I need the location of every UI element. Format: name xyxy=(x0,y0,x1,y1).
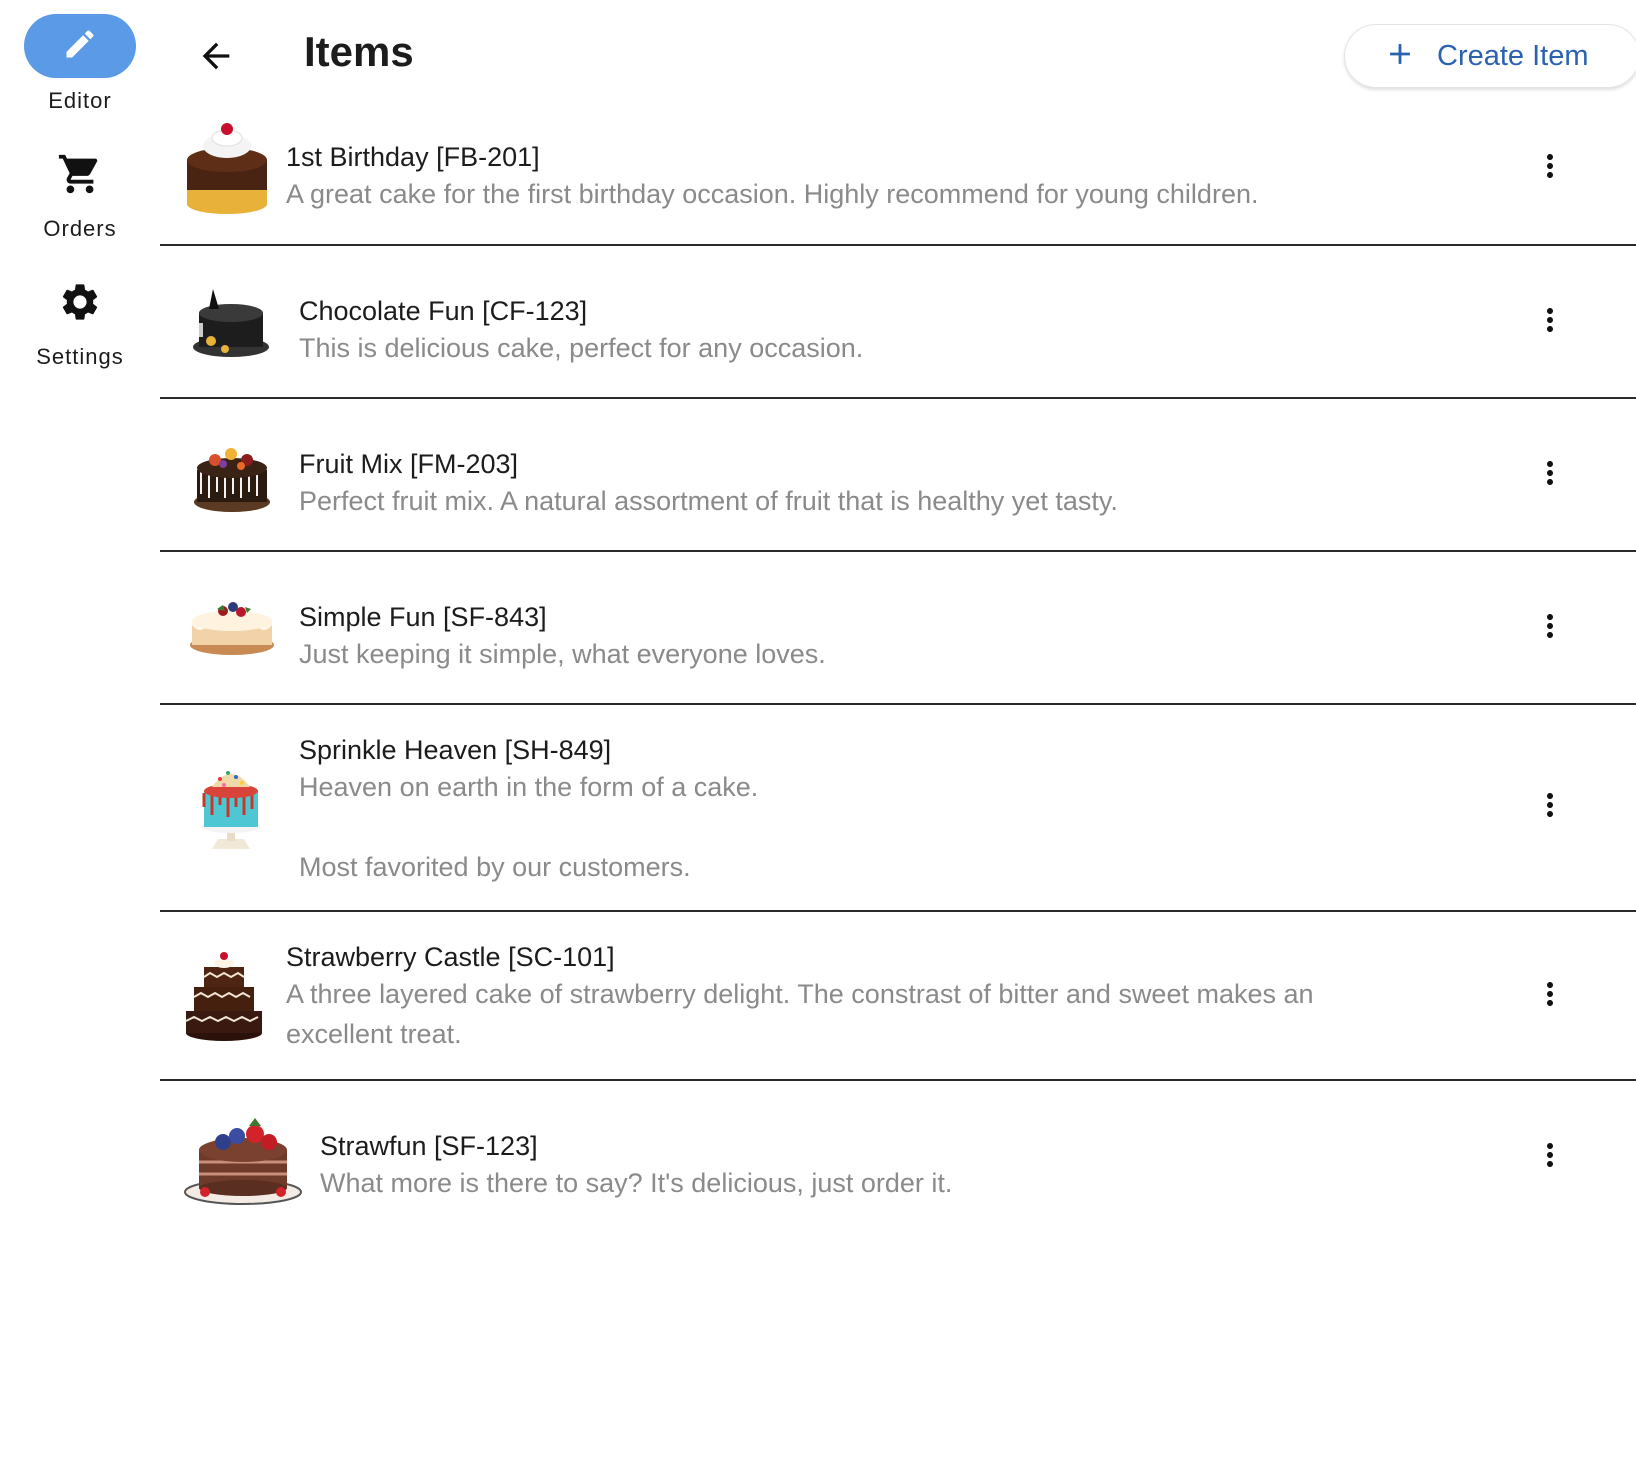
list-item[interactable]: Strawfun [SF-123] What more is there to … xyxy=(160,1081,1636,1241)
cart-icon xyxy=(57,151,103,202)
item-thumbnail xyxy=(188,592,276,662)
arrow-left-icon xyxy=(196,36,236,81)
nav-item-label: Editor xyxy=(48,88,112,113)
nav-item-settings[interactable]: Settings xyxy=(0,274,160,370)
more-vert-icon xyxy=(1532,787,1568,828)
pencil-icon xyxy=(62,26,98,67)
item-description: What more is there to say? It's deliciou… xyxy=(320,1168,953,1198)
item-title: Chocolate Fun [CF-123] xyxy=(299,296,588,326)
list-item[interactable]: Chocolate Fun [CF-123] This is delicious… xyxy=(160,246,1636,399)
nav-item-orders[interactable]: Orders xyxy=(0,146,160,242)
list-item[interactable]: Fruit Mix [FM-203] Perfect fruit mix. A … xyxy=(160,399,1636,552)
list-item[interactable]: 1st Birthday [FB-201] A great cake for t… xyxy=(160,112,1636,246)
item-menu-button[interactable] xyxy=(1526,144,1574,192)
more-vert-icon xyxy=(1532,455,1568,496)
item-menu-button[interactable] xyxy=(1526,972,1574,1020)
item-description: This is delicious cake, perfect for any … xyxy=(299,333,864,363)
item-menu-button[interactable] xyxy=(1526,298,1574,346)
item-thumbnail xyxy=(190,435,274,519)
item-title: Fruit Mix [FM-203] xyxy=(299,449,519,479)
item-thumbnail xyxy=(196,763,266,855)
item-thumbnail xyxy=(182,948,266,1044)
item-description: Perfect fruit mix. A natural assortment … xyxy=(299,486,1118,516)
gear-icon xyxy=(58,280,102,329)
nav-item-label: Settings xyxy=(36,344,124,369)
item-list: 1st Birthday [FB-201] A great cake for t… xyxy=(160,112,1636,1241)
top-app-bar: Items Create Item xyxy=(160,0,1636,112)
nav-item-editor[interactable]: Editor xyxy=(0,14,160,114)
item-title: Sprinkle Heaven [SH-849] xyxy=(299,735,612,765)
item-menu-button[interactable] xyxy=(1526,783,1574,831)
create-item-button[interactable]: Create Item xyxy=(1344,24,1636,88)
page-title: Items xyxy=(304,28,414,75)
list-item[interactable]: Sprinkle Heaven [SH-849] Heaven on earth… xyxy=(160,705,1636,912)
item-menu-button[interactable] xyxy=(1526,451,1574,499)
more-vert-icon xyxy=(1532,1137,1568,1178)
item-description: A great cake for the first birthday occa… xyxy=(286,179,1259,209)
navigation-rail: Editor Orders Settings xyxy=(0,0,160,1472)
item-description: Heaven on earth in the form of a cake. M… xyxy=(299,772,759,882)
nav-item-label: Orders xyxy=(43,216,117,241)
plus-icon xyxy=(1383,37,1417,76)
item-thumbnail xyxy=(182,1111,304,1207)
item-thumbnail xyxy=(182,118,272,218)
back-button[interactable] xyxy=(188,30,244,86)
item-title: 1st Birthday [FB-201] xyxy=(286,142,540,172)
item-title: Strawberry Castle [SC-101] xyxy=(286,942,615,972)
item-menu-button[interactable] xyxy=(1526,1133,1574,1181)
list-item[interactable]: Strawberry Castle [SC-101] A three layer… xyxy=(160,912,1636,1081)
item-title: Strawfun [SF-123] xyxy=(320,1131,538,1161)
item-thumbnail xyxy=(190,282,274,366)
more-vert-icon xyxy=(1532,608,1568,649)
create-item-label: Create Item xyxy=(1437,39,1589,72)
more-vert-icon xyxy=(1532,302,1568,343)
item-description: Just keeping it simple, what everyone lo… xyxy=(299,639,826,669)
more-vert-icon xyxy=(1532,148,1568,189)
item-menu-button[interactable] xyxy=(1526,604,1574,652)
more-vert-icon xyxy=(1532,976,1568,1017)
item-description: A three layered cake of strawberry delig… xyxy=(286,979,1314,1049)
list-item[interactable]: Simple Fun [SF-843] Just keeping it simp… xyxy=(160,552,1636,705)
nav-item-editor-indicator xyxy=(24,14,136,78)
item-title: Simple Fun [SF-843] xyxy=(299,602,547,632)
